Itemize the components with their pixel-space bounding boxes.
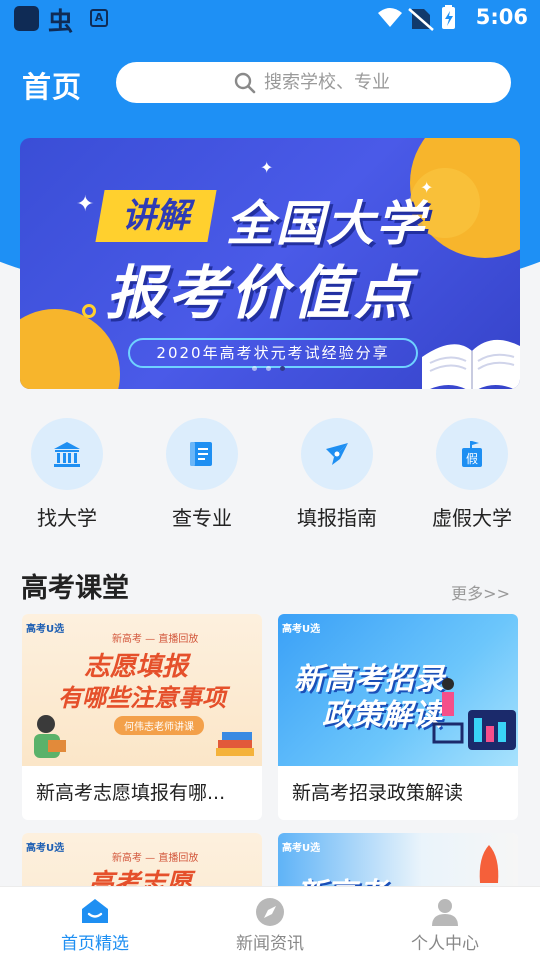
course-title: 新高考志愿填报有哪... [36, 782, 226, 804]
quick-nav-label: 虚假大学 [432, 506, 512, 530]
tab-home[interactable]: 首页精选 [5, 887, 185, 960]
keyboard-a-icon: A [90, 9, 108, 27]
battery-icon [442, 5, 455, 29]
quick-nav: 找大学 查专业 填报指南 假 虚假大学 [0, 418, 540, 538]
book-icon [190, 442, 212, 466]
open-book-icon [422, 340, 520, 389]
search-bar[interactable] [116, 62, 511, 103]
brand-logo: 高考U选 [26, 624, 65, 635]
banner-headline-2: 报考价值点 [106, 259, 417, 327]
tab-label: 新闻资讯 [236, 934, 304, 954]
ring-decoration [82, 304, 96, 318]
status-bar: 虫 A 5:06 [0, 0, 540, 36]
thumb-pill: 何伟志老师讲课 [114, 716, 204, 735]
student-illustration [34, 715, 66, 758]
tab-profile[interactable]: 个人中心 [355, 887, 535, 960]
course-title: 新高考招录政策解读 [292, 782, 464, 804]
compass-icon [256, 898, 284, 926]
course-thumbnail: 高考U选 新高考招录 政策解读 [278, 614, 518, 766]
home-icon [82, 899, 108, 923]
carousel-indicator [252, 366, 285, 371]
search-icon [234, 72, 256, 94]
banner-headline-1: 全国大学 [226, 196, 427, 252]
tab-label: 首页精选 [61, 934, 129, 954]
course-card[interactable]: 高考U选 新高考 — 直播回放 志愿填报 有哪些注意事项 何伟志老师讲课 新高考… [22, 614, 262, 820]
course-card[interactable]: 高考U选 新高考招录 政策解读 新高考招录政策解读 [278, 614, 518, 820]
app-screen: 虫 A 5:06 首页 搜索学校、专业 ✦ ✦ ✦ 讲解 全国大学 报考价值点 … [0, 0, 540, 960]
quick-nav-label: 找大学 [37, 506, 97, 530]
quick-nav-label: 填报指南 [297, 506, 377, 530]
thumb-headline: 有哪些注意事项 [58, 684, 226, 712]
app-notification-icon [14, 6, 39, 31]
bug-icon: 虫 [48, 7, 74, 36]
page-title: 首页 [22, 70, 83, 104]
clock: 5:06 [475, 5, 528, 29]
shopping-illustration [432, 678, 516, 750]
carousel-dot [266, 366, 271, 371]
bottom-tab-bar: 首页精选 新闻资讯 个人中心 [0, 886, 540, 960]
user-icon [432, 899, 458, 926]
fake-school-icon: 假 [462, 441, 482, 467]
brand-logo: 高考U选 [282, 624, 321, 635]
quick-nav-icon-bg: 假 [436, 418, 508, 490]
system-icons [376, 5, 466, 35]
svg-text:假: 假 [466, 452, 478, 466]
search-input[interactable] [264, 70, 484, 95]
thumb-headline: 政策解读 [322, 698, 442, 733]
compass-icon [326, 443, 348, 465]
quick-nav-fake-university[interactable]: 假 虚假大学 [412, 418, 532, 531]
quick-nav-icon-bg [166, 418, 238, 490]
thumb-caption: 新高考 — 直播回放 [112, 853, 199, 864]
university-icon [54, 442, 80, 467]
no-sim-icon [408, 8, 434, 31]
wifi-icon [378, 8, 402, 27]
brand-logo: 高考U选 [26, 843, 65, 854]
quick-nav-icon-bg [301, 418, 373, 490]
quick-nav-icon-bg [31, 418, 103, 490]
carousel-dot [252, 366, 257, 371]
section-title: 高考课堂 [21, 573, 129, 604]
tab-label: 个人中心 [411, 934, 479, 954]
banner-tag: 讲解 [95, 190, 217, 242]
more-link[interactable]: 更多>> [451, 580, 510, 604]
banner-decoration [20, 309, 120, 389]
quick-nav-label: 查专业 [172, 506, 232, 530]
banner-subtitle: 2020年高考状元考试经验分享 [128, 338, 418, 368]
thumb-caption: 新高考 — 直播回放 [112, 634, 199, 645]
tab-news[interactable]: 新闻资讯 [180, 887, 360, 960]
sparkle-icon: ✦ [76, 192, 95, 217]
quick-nav-search-major[interactable]: 查专业 [142, 418, 262, 531]
promo-banner[interactable]: ✦ ✦ ✦ 讲解 全国大学 报考价值点 2020年高考状元考试经验分享 [20, 138, 520, 389]
quick-nav-guide[interactable]: 填报指南 [277, 418, 397, 531]
carousel-dot-active [280, 366, 285, 371]
quick-nav-find-university[interactable]: 找大学 [7, 418, 127, 531]
course-thumbnail: 高考U选 新高考 — 直播回放 志愿填报 有哪些注意事项 何伟志老师讲课 [22, 614, 262, 766]
sparkle-icon: ✦ [260, 158, 274, 177]
books-illustration [216, 732, 254, 756]
brand-logo: 高考U选 [282, 843, 321, 854]
